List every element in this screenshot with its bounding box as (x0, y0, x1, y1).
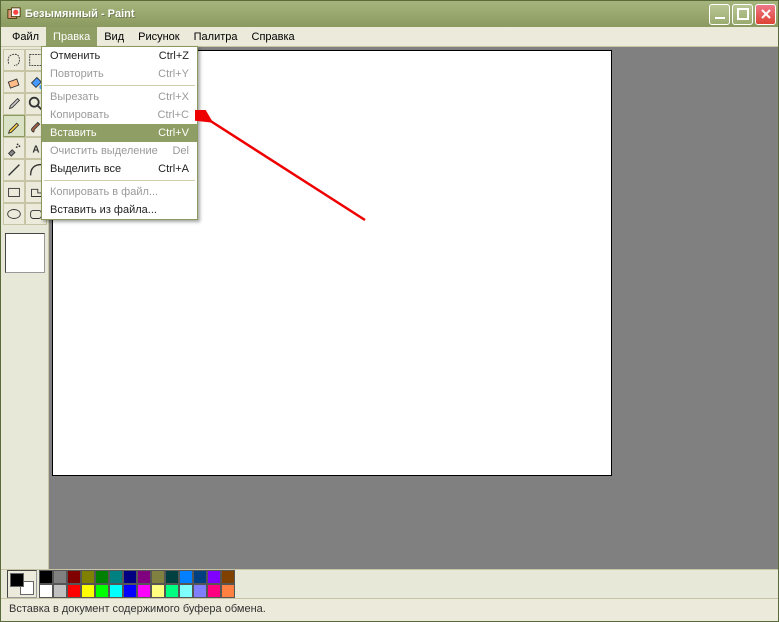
swatch-12[interactable] (207, 570, 221, 584)
tool-picker[interactable] (3, 93, 25, 115)
tool-pencil[interactable] (3, 115, 25, 137)
swatch-5[interactable] (109, 570, 123, 584)
picker-icon (5, 95, 23, 113)
menuitem-label: Очистить выделение (50, 145, 162, 157)
menuitem-4: Копировать Ctrl+C (42, 106, 197, 124)
swatch-1[interactable] (53, 570, 67, 584)
menuitem-shortcut: Ctrl+C (158, 109, 189, 121)
status-bar: Вставка в документ содержимого буфера об… (1, 599, 778, 621)
swatch-18[interactable] (95, 584, 109, 598)
swatch-6[interactable] (123, 570, 137, 584)
app-icon (7, 7, 21, 21)
fg-bg-colors[interactable] (7, 570, 37, 598)
swatch-26[interactable] (207, 584, 221, 598)
color-palette (1, 569, 778, 599)
swatch-7[interactable] (137, 570, 151, 584)
swatch-11[interactable] (193, 570, 207, 584)
swatch-16[interactable] (67, 584, 81, 598)
menuitem-1: Повторить Ctrl+Y (42, 65, 197, 83)
tool-grid: A (3, 49, 47, 225)
line-icon (5, 161, 23, 179)
swatch-2[interactable] (67, 570, 81, 584)
titlebar: Безымянный - Paint (1, 1, 778, 27)
swatch-3[interactable] (81, 570, 95, 584)
swatch-10[interactable] (179, 570, 193, 584)
swatch-4[interactable] (95, 570, 109, 584)
bottom-panel: Вставка в документ содержимого буфера об… (1, 569, 778, 621)
swatch-23[interactable] (165, 584, 179, 598)
menuitem-label: Вставить из файла... (50, 204, 179, 216)
menuitem-shortcut: Del (172, 145, 189, 157)
tool-eraser[interactable] (3, 71, 25, 93)
maximize-button[interactable] (732, 4, 753, 25)
menuitem-9: Копировать в файл... (42, 183, 197, 201)
close-button[interactable] (755, 4, 776, 25)
swatch-22[interactable] (151, 584, 165, 598)
swatch-24[interactable] (179, 584, 193, 598)
tool-options (5, 233, 45, 273)
ellipse-icon (5, 205, 23, 223)
swatch-20[interactable] (123, 584, 137, 598)
edit-menu-dropdown: Отменить Ctrl+Z Повторить Ctrl+Y Вырезать Ctr… (41, 46, 198, 220)
menu-separator (44, 85, 195, 86)
tool-freeform-select[interactable] (3, 49, 25, 71)
fg-color[interactable] (10, 573, 24, 587)
menuitem-shortcut: Ctrl+A (158, 163, 189, 175)
freeform-select-icon (5, 51, 23, 69)
menuitem-shortcut: Ctrl+X (158, 91, 189, 103)
menuitem-label: Копировать (50, 109, 148, 121)
svg-text:A: A (32, 145, 39, 156)
swatch-19[interactable] (109, 584, 123, 598)
menuitem-label: Вставить (50, 127, 148, 139)
menuitem-label: Выделить все (50, 163, 148, 175)
pencil-icon (5, 117, 23, 135)
menu-separator (44, 180, 195, 181)
menuitem-0[interactable]: Отменить Ctrl+Z (42, 47, 197, 65)
menu-файл[interactable]: Файл (5, 27, 46, 46)
menu-вид[interactable]: Вид (97, 27, 131, 46)
menubar: ФайлПравкаВидРисунокПалитраСправка (1, 27, 778, 47)
swatch-21[interactable] (137, 584, 151, 598)
tool-airbrush[interactable] (3, 137, 25, 159)
swatch-14[interactable] (39, 584, 53, 598)
menuitem-6: Очистить выделение Del (42, 142, 197, 160)
swatch-25[interactable] (193, 584, 207, 598)
menu-правка[interactable]: Правка (46, 27, 97, 46)
menuitem-shortcut: Ctrl+Z (159, 50, 189, 62)
tool-ellipse[interactable] (3, 203, 25, 225)
swatch-8[interactable] (151, 570, 165, 584)
swatch-27[interactable] (221, 584, 235, 598)
swatch-9[interactable] (165, 570, 179, 584)
window-controls (709, 4, 776, 25)
window-title: Безымянный - Paint (25, 8, 709, 20)
tool-line[interactable] (3, 159, 25, 181)
swatches (39, 570, 235, 598)
swatch-15[interactable] (53, 584, 67, 598)
swatch-17[interactable] (81, 584, 95, 598)
eraser-icon (5, 73, 23, 91)
menuitem-10[interactable]: Вставить из файла... (42, 201, 197, 219)
menuitem-label: Вырезать (50, 91, 148, 103)
menuitem-label: Повторить (50, 68, 148, 80)
menuitem-7[interactable]: Выделить все Ctrl+A (42, 160, 197, 178)
menuitem-label: Отменить (50, 50, 149, 62)
menuitem-shortcut: Ctrl+V (158, 127, 189, 139)
menu-справка[interactable]: Справка (245, 27, 302, 46)
menuitem-5[interactable]: Вставить Ctrl+V (42, 124, 197, 142)
menu-рисунок[interactable]: Рисунок (131, 27, 187, 46)
menu-палитра[interactable]: Палитра (187, 27, 245, 46)
menuitem-3: Вырезать Ctrl+X (42, 88, 197, 106)
rectangle-icon (5, 183, 23, 201)
menuitem-shortcut: Ctrl+Y (158, 68, 189, 80)
swatch-0[interactable] (39, 570, 53, 584)
minimize-button[interactable] (709, 4, 730, 25)
airbrush-icon (5, 139, 23, 157)
swatch-13[interactable] (221, 570, 235, 584)
menuitem-label: Копировать в файл... (50, 186, 179, 198)
tool-rectangle[interactable] (3, 181, 25, 203)
